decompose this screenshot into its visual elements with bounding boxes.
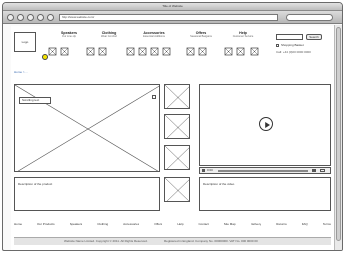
logo[interactable]: Logo: [14, 32, 36, 52]
footer-link[interactable]: Offers: [154, 223, 162, 229]
pause-icon[interactable]: [202, 169, 205, 172]
footer-link[interactable]: Help: [177, 223, 183, 229]
product-description: Description of the product: [14, 177, 160, 211]
footer-link[interactable]: Contact: [198, 223, 208, 229]
vertical-scrollbar[interactable]: [334, 25, 342, 250]
thumbnail-1[interactable]: [164, 84, 190, 109]
nav-item-clothing[interactable]: Clothing Wear Comfort: [91, 31, 127, 39]
search-button[interactable]: Search: [306, 34, 322, 40]
hero-image[interactable]: Scrolling text: [14, 84, 160, 172]
thumbnail-2[interactable]: [164, 114, 190, 139]
browser-window: Title of Website http://www.website.com/…: [2, 2, 343, 251]
logo-text: Logo: [21, 41, 29, 44]
product-description-text: Description of the product: [18, 183, 53, 186]
nav-sub: Customer Service: [232, 35, 254, 39]
thumbnail-3[interactable]: [164, 145, 190, 170]
video-description: Description of the video: [199, 177, 331, 211]
scrollbar-thumb[interactable]: [336, 27, 341, 241]
nav-item-offers[interactable]: Offers Seasonal Bargains: [183, 31, 219, 39]
video-player[interactable]: [199, 84, 331, 166]
address-bar[interactable]: http://www.website.com/: [59, 14, 278, 21]
legal-text: Registered in England. Company No. 00000…: [164, 240, 258, 243]
phone-number: Call: +44 (0)00 0000 0000: [276, 51, 311, 54]
category-icon-row: [41, 47, 269, 57]
footer-legal-bar: Website Name Limited. Copyright © 2011. …: [14, 237, 331, 245]
footer-link[interactable]: Returns: [276, 223, 287, 229]
footer-link[interactable]: Site Map: [224, 223, 236, 229]
stop-icon[interactable]: [37, 14, 44, 21]
footer-link[interactable]: Home: [14, 223, 22, 229]
breadcrumb[interactable]: Home > ...: [14, 71, 74, 74]
category-icons: [48, 47, 259, 56]
page-content: Logo Speakers Our Line-Up Clothing Wear …: [11, 26, 334, 250]
copyright-text: Website Name Limited. Copyright © 2011. …: [64, 240, 148, 243]
forward-icon[interactable]: [17, 14, 24, 21]
window-title: Title of Website: [162, 5, 183, 8]
footer-link[interactable]: Our Products: [37, 223, 55, 229]
title-bar: Title of Website: [3, 3, 342, 11]
nav-sub: Wear Comfort: [100, 35, 118, 39]
thumbnail-4[interactable]: [164, 177, 190, 202]
footer-link[interactable]: FAQ: [302, 223, 308, 229]
video-seek-bar[interactable]: [218, 170, 308, 172]
nav-sub: Essential Additions: [143, 35, 165, 39]
nav-item-speakers[interactable]: Speakers Our Line-Up: [51, 31, 87, 39]
footer-link[interactable]: Terms: [323, 223, 331, 229]
nav-item-help[interactable]: Help Customer Service: [225, 31, 261, 39]
volume-icon[interactable]: [312, 169, 316, 172]
basket-link[interactable]: Shopping Basket: [281, 44, 326, 47]
video-time: 0:00: [207, 169, 213, 172]
browser-search-field[interactable]: [286, 14, 333, 21]
footer-link[interactable]: Speakers: [70, 223, 83, 229]
video-description-text: Description of the video: [203, 183, 235, 186]
nav-sub: Our Line-Up: [61, 35, 77, 39]
nav-sub: Seasonal Bargains: [190, 35, 212, 39]
footer-link[interactable]: Delivery: [251, 223, 262, 229]
play-icon[interactable]: [259, 117, 273, 131]
footer-links: Home Our Products Speakers Clothing Acce…: [14, 223, 331, 229]
home-icon[interactable]: [47, 14, 54, 21]
footer-link[interactable]: Clothing: [97, 223, 108, 229]
basket-icon: [276, 44, 279, 47]
reload-icon[interactable]: [27, 14, 34, 21]
site-search-input[interactable]: [276, 34, 303, 40]
nav-item-accessories[interactable]: Accessories Essential Additions: [131, 31, 177, 39]
video-controls: 0:00: [199, 167, 331, 174]
fullscreen-icon[interactable]: [320, 169, 325, 172]
back-icon[interactable]: [7, 14, 14, 21]
scrolling-text-caption: Scrolling text: [19, 97, 51, 104]
hero-expand-icon[interactable]: [152, 95, 156, 99]
browser-toolbar: http://www.website.com/: [3, 11, 342, 24]
url-text: http://www.website.com/: [62, 16, 95, 19]
footer-link[interactable]: Accessories: [123, 223, 139, 229]
